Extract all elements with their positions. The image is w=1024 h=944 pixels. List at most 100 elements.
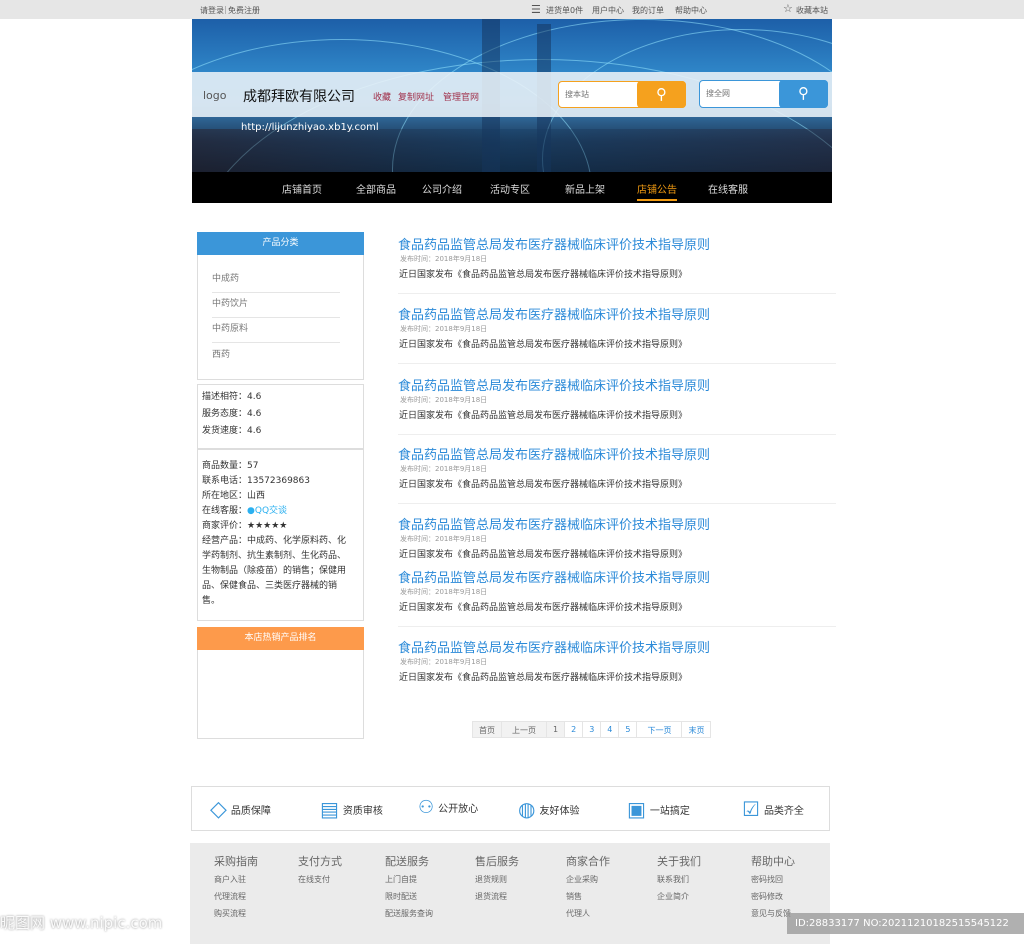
footer-heading: 配送服务 xyxy=(385,855,429,868)
nav-all-products[interactable]: 全部商品 xyxy=(356,181,396,196)
footer-heading: 支付方式 xyxy=(298,855,342,868)
article-title[interactable]: 食品药品监管总局发布医疗器械临床评价技术指导原则 xyxy=(398,514,710,533)
feature-label: 友好体验 xyxy=(539,805,580,817)
footer-heading: 关于我们 xyxy=(657,855,701,868)
footer-link[interactable]: 企业采购 xyxy=(566,871,610,888)
nav-new[interactable]: 新品上架 xyxy=(565,181,605,196)
merchant-rating: 商家评价：★★★★★ xyxy=(202,521,288,531)
feature-label: 品质保障 xyxy=(230,806,271,817)
footer-column: 售后服务退货规则 退货流程 xyxy=(475,853,519,905)
page-4[interactable]: 4 xyxy=(601,722,620,737)
page-first[interactable]: 首页 xyxy=(473,722,502,737)
search-site-button[interactable]: ⚲ xyxy=(637,81,686,108)
shop-info-panel: 商品数量：57 联系电话：13572369863 所在地区：山西 在线客服：●Q… xyxy=(197,449,364,621)
category-title: 产品分类 xyxy=(197,232,364,255)
divider xyxy=(398,434,836,435)
page-2[interactable]: 2 xyxy=(565,722,584,737)
footer-column: 采购指南 商户入驻 代理流程 购买流程 xyxy=(214,853,258,922)
article-title[interactable]: 食品药品监管总局发布医疗器械临床评价技术指导原则 xyxy=(398,637,710,656)
top-bar: 请登录 | 免费注册 ☰ 进货单0件 用户中心 我的订单 帮助中心 ☆ 收藏本站 xyxy=(0,0,1024,19)
footer-link[interactable]: 商户入驻 xyxy=(214,871,258,888)
footer-link[interactable]: 代理人 xyxy=(566,905,610,922)
footer-link[interactable]: 企业简介 xyxy=(657,888,701,905)
rating-service: 服务态度：4.6 xyxy=(202,409,262,419)
nav-about[interactable]: 公司介绍 xyxy=(422,181,462,196)
watermark-left: 昵图网 www.nipic.com xyxy=(0,914,163,932)
nav-service[interactable]: 在线客服 xyxy=(708,181,748,196)
category-item[interactable]: 西药 xyxy=(212,347,340,368)
page-last[interactable]: 末页 xyxy=(682,722,710,737)
watermark-right: ID:28833177 NO:20211210182515545122 xyxy=(787,913,1024,934)
page-next[interactable]: 下一页 xyxy=(637,722,683,737)
page-prev[interactable]: 上一页 xyxy=(502,722,547,737)
footer-link[interactable]: 退货流程 xyxy=(475,888,519,905)
official-site-link[interactable]: 管理官网 xyxy=(443,90,479,103)
feature-label: 品类齐全 xyxy=(763,805,804,817)
nav-announcements[interactable]: 店铺公告 xyxy=(637,181,677,201)
article-date: 发布时间：2018年9月18日 xyxy=(400,658,488,666)
article-title[interactable]: 食品药品监管总局发布医疗器械临床评价技术指导原则 xyxy=(398,567,710,586)
register-link[interactable]: 免费注册 xyxy=(228,5,260,16)
divider xyxy=(398,363,836,364)
footer-column: 支付方式 在线支付 xyxy=(298,853,342,888)
category-panel: 产品分类 中成药 中药饮片 中药原料 西药 xyxy=(197,232,364,380)
category-item[interactable]: 中药原料 xyxy=(212,321,340,343)
footer-link[interactable]: 联系我们 xyxy=(657,871,701,888)
divider xyxy=(398,503,836,504)
page-5[interactable]: 5 xyxy=(619,722,638,737)
search-icon: ⚲ xyxy=(656,85,667,103)
nav-events[interactable]: 活动专区 xyxy=(490,181,530,196)
hot-products-title: 本店热销产品排名 xyxy=(197,627,364,650)
main-nav: 店铺首页 全部商品 公司介绍 活动专区 新品上架 店铺公告 在线客服 xyxy=(192,172,832,203)
qq-chat-link[interactable]: QQ交谈 xyxy=(255,506,287,516)
footer-link[interactable]: 密码找回 xyxy=(751,871,795,888)
copy-url-link[interactable]: 复制网址 xyxy=(398,90,434,103)
favorite-shop-link[interactable]: 收藏 xyxy=(373,90,391,103)
footer-link[interactable]: 限时配送 xyxy=(385,888,433,905)
footer-link[interactable]: 在线支付 xyxy=(298,871,342,888)
rating-shipping: 发货速度：4.6 xyxy=(202,426,262,436)
article-title[interactable]: 食品药品监管总局发布医疗器械临床评价技术指导原则 xyxy=(398,375,710,394)
search-all-button[interactable]: ⚲ xyxy=(779,80,828,108)
page-1[interactable]: 1 xyxy=(547,722,566,737)
search-all-input[interactable] xyxy=(700,81,775,106)
article-title[interactable]: 食品药品监管总局发布医疗器械临床评价技术指导原则 xyxy=(398,304,710,323)
footer-heading: 售后服务 xyxy=(475,855,519,868)
page-3[interactable]: 3 xyxy=(583,722,602,737)
footer-column: 商家合作 企业采购 销售 代理人 xyxy=(566,853,610,922)
feature-label: 资质审核 xyxy=(342,805,383,817)
help-link[interactable]: 帮助中心 xyxy=(675,5,707,16)
footer-link[interactable]: 配送服务查询 xyxy=(385,905,433,922)
category-item[interactable]: 中成药 xyxy=(212,271,340,293)
feature-label: 公开放心 xyxy=(438,804,479,815)
footer-link[interactable]: 退货规则 xyxy=(475,871,519,888)
footer-link[interactable]: 代理流程 xyxy=(214,888,258,905)
article-title[interactable]: 食品药品监管总局发布医疗器械临床评价技术指导原则 xyxy=(398,444,710,463)
footer-link[interactable]: 密码修改 xyxy=(751,888,795,905)
orders-link[interactable]: 我的订单 xyxy=(632,5,664,16)
nav-home[interactable]: 店铺首页 xyxy=(282,181,322,196)
header-band: logo 成都拜欧有限公司 收藏 复制网址 管理官网 ⚲ ⚲ xyxy=(192,72,832,117)
category-item[interactable]: 中药饮片 xyxy=(212,296,340,318)
article-summary: 近日国家发布《食品药品监管总局发布医疗器械临床评价技术指导原则》 xyxy=(399,270,688,280)
product-count: 商品数量：57 xyxy=(202,461,259,471)
divider xyxy=(398,626,836,627)
article-title[interactable]: 食品药品监管总局发布医疗器械临床评价技术指导原则 xyxy=(398,234,710,253)
divider xyxy=(398,293,836,294)
diamond-icon: ◇ xyxy=(210,797,227,822)
feature-label: 一站搞定 xyxy=(649,805,690,817)
certificate-icon: ▤ xyxy=(320,797,339,821)
star-icon: ☆ xyxy=(783,2,793,15)
footer-link[interactable]: 购买流程 xyxy=(214,905,258,922)
footer-column: 帮助中心 密码找回 密码修改 意见与反馈 xyxy=(751,853,795,922)
cart-link[interactable]: 进货单0件 xyxy=(546,5,583,16)
footer-link[interactable]: 销售 xyxy=(566,888,610,905)
login-link[interactable]: 请登录 xyxy=(200,5,224,16)
search-site-input[interactable] xyxy=(559,82,634,107)
article-summary: 近日国家发布《食品药品监管总局发布医疗器械临床评价技术指导原则》 xyxy=(399,340,688,350)
footer-column: 配送服务上门自提 限时配送 配送服务查询 xyxy=(385,853,433,922)
user-center-link[interactable]: 用户中心 xyxy=(592,5,624,16)
favorite-link[interactable]: 收藏本站 xyxy=(796,5,828,16)
footer-link[interactable]: 上门自提 xyxy=(385,871,433,888)
region: 所在地区：山西 xyxy=(202,491,266,501)
